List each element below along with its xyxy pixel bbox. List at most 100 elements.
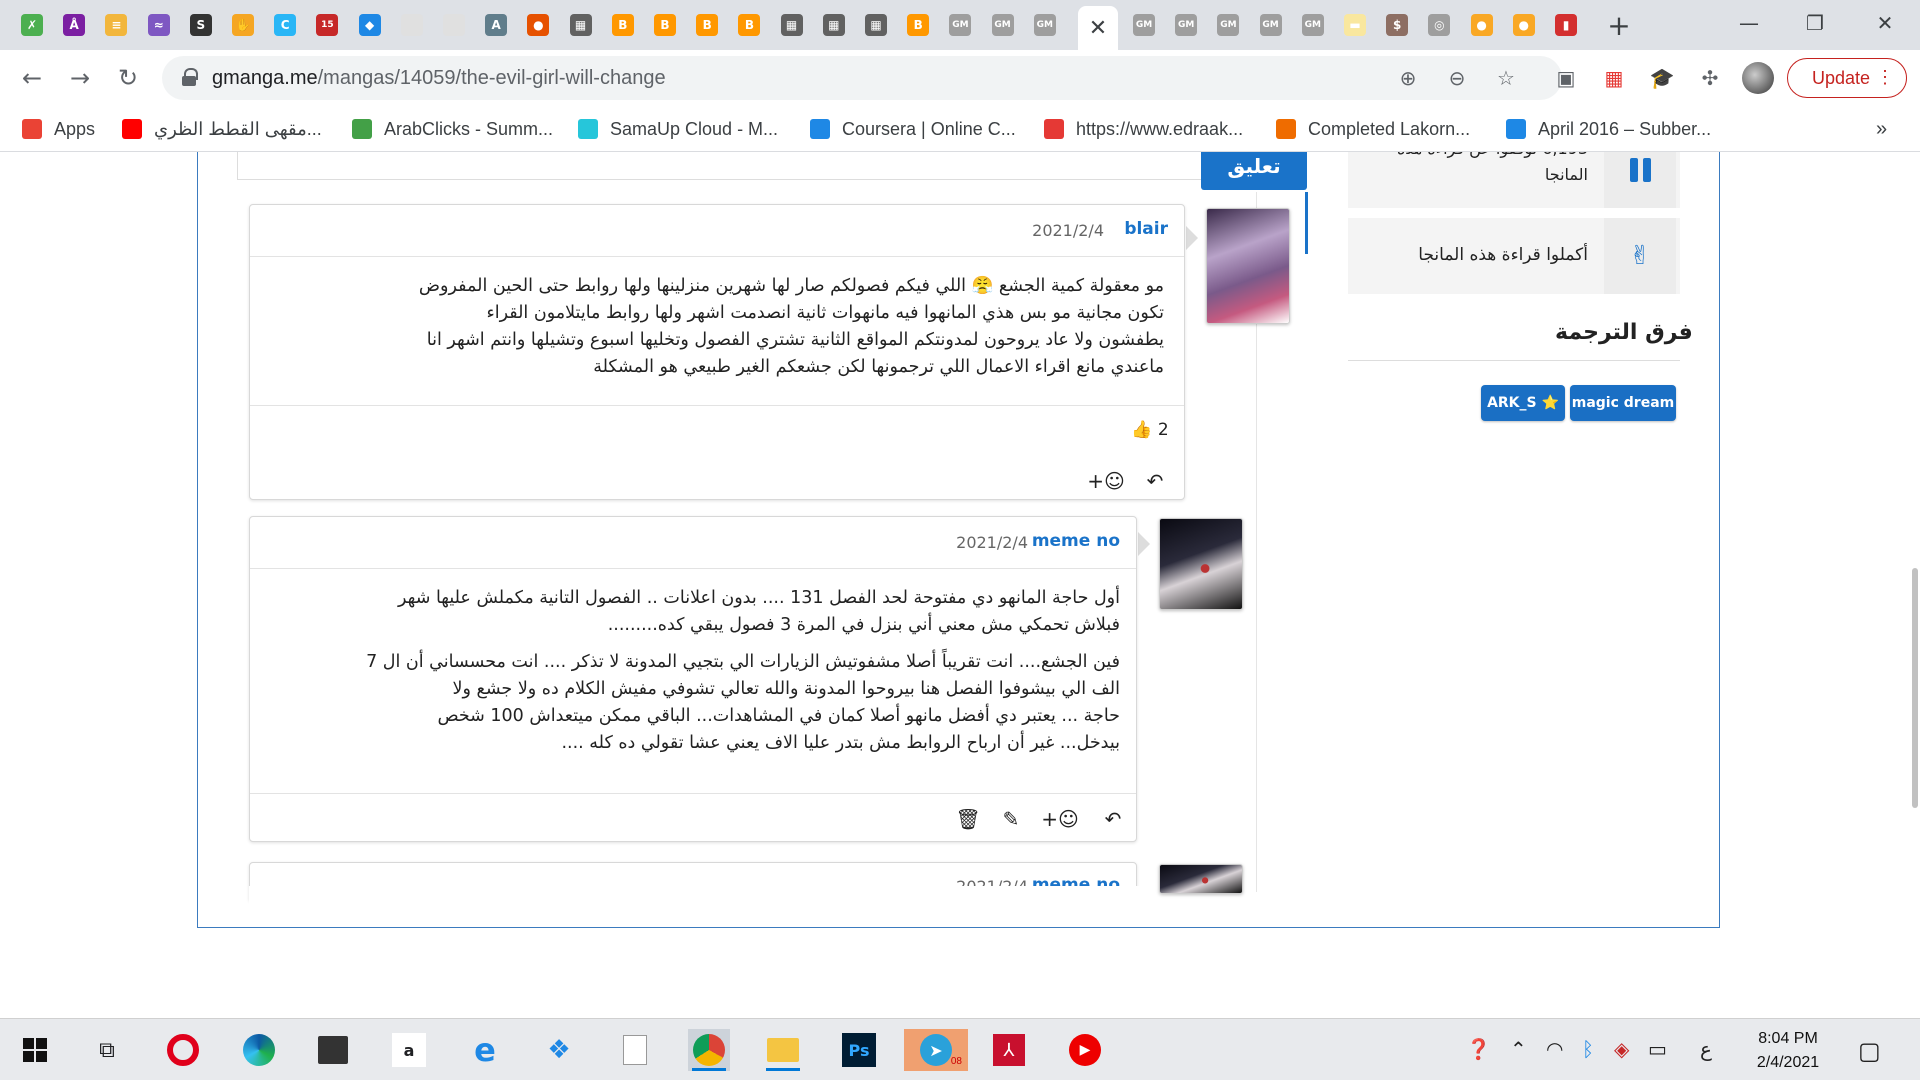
browser-tab[interactable]: B <box>605 8 641 42</box>
help-icon[interactable]: ❓ <box>1466 1037 1491 1061</box>
back-icon[interactable]: ← <box>16 62 48 94</box>
bookmark-item[interactable]: Apps <box>22 116 95 142</box>
profile-avatar[interactable] <box>1742 62 1774 94</box>
browser-tab[interactable]: ▦ <box>858 8 894 42</box>
taskbar-clock[interactable]: 8:04 PM 2/4/2021 <box>1748 1027 1828 1075</box>
bookmark-item[interactable]: Coursera | Online C... <box>810 116 1016 142</box>
browser-tab[interactable]: Å <box>56 8 92 42</box>
bookmark-star-icon[interactable]: ☆ <box>1494 66 1518 90</box>
browser-tab[interactable]: ▬ <box>1337 8 1373 42</box>
bookmark-item[interactable]: ArabClicks - Summ... <box>352 116 553 142</box>
add-reaction-button[interactable]: +☺ <box>1040 805 1080 833</box>
browser-tab[interactable]: GM <box>1126 8 1162 42</box>
bluetooth-icon[interactable]: ᛒ <box>1582 1037 1594 1061</box>
browser-tab[interactable]: B <box>689 8 725 42</box>
screenshot-extension-icon[interactable]: ▣ <box>1552 64 1580 92</box>
browser-tab[interactable]: ● <box>1506 8 1542 42</box>
mcafee-icon[interactable]: ◈ <box>1614 1037 1629 1061</box>
like-button[interactable]: 👍 2 <box>1128 417 1172 443</box>
browser-tab[interactable]: 15 <box>309 8 345 42</box>
close-tab-icon[interactable]: ✕ <box>1089 16 1107 41</box>
active-tab[interactable]: ✕ <box>1078 6 1118 50</box>
browser-tab[interactable]: B <box>900 8 936 42</box>
browser-tab[interactable]: ▦ <box>816 8 852 42</box>
browser-tab[interactable]: ▦ <box>563 8 599 42</box>
add-icon[interactable]: ⊕ <box>1396 66 1420 90</box>
address-bar[interactable]: gmanga.me/mangas/14059/the-evil-girl-wil… <box>162 56 1562 100</box>
add-reaction-button[interactable]: +☺ <box>1086 467 1126 495</box>
blank-file-icon[interactable] <box>614 1029 656 1071</box>
delete-icon[interactable]: 🗑 <box>955 805 980 833</box>
bookmark-item[interactable]: April 2016 – Subber... <box>1506 116 1711 142</box>
internet-explorer-icon[interactable]: e <box>464 1029 506 1071</box>
edge-icon[interactable] <box>238 1029 280 1071</box>
store-icon[interactable] <box>312 1029 354 1071</box>
browser-tab[interactable]: $ <box>1379 8 1415 42</box>
browser-tab[interactable]: GM <box>985 8 1021 42</box>
zoom-icon[interactable]: ⊖ <box>1445 66 1469 90</box>
reload-icon[interactable]: ↻ <box>112 62 144 94</box>
browser-tab[interactable]: ▮ <box>1548 8 1584 42</box>
browser-tab[interactable]: C <box>267 8 303 42</box>
windows-start-icon[interactable] <box>14 1029 56 1071</box>
acrobat-icon[interactable]: ⅄ <box>988 1029 1030 1071</box>
browser-tab[interactable]: ◎ <box>1421 8 1457 42</box>
wifi-icon[interactable]: ◠ <box>1546 1037 1563 1061</box>
browser-tab[interactable]: GM <box>1210 8 1246 42</box>
browser-tab[interactable]: GM <box>1253 8 1289 42</box>
menu-dots-icon[interactable]: ⋮ <box>1876 67 1894 88</box>
reply-icon[interactable]: ↶ <box>1140 467 1170 495</box>
minimize-icon[interactable]: — <box>1724 8 1774 38</box>
new-tab-button[interactable]: + <box>1604 9 1634 42</box>
amazon-icon[interactable]: a <box>388 1029 430 1071</box>
edit-icon[interactable]: ✎ <box>998 805 1024 833</box>
avatar[interactable] <box>1159 518 1243 610</box>
photoshop-icon[interactable]: Ps <box>838 1029 880 1071</box>
browser-tab[interactable]: ● <box>520 8 556 42</box>
bookmark-item[interactable]: https://www.edraak... <box>1044 116 1243 142</box>
browser-tab[interactable] <box>394 8 430 42</box>
extensions-puzzle-icon[interactable]: ✣ <box>1696 64 1724 92</box>
browser-tab[interactable]: ● <box>1464 8 1500 42</box>
browser-tab[interactable]: ◆ <box>352 8 388 42</box>
reply-icon[interactable]: ↶ <box>1098 805 1128 833</box>
browser-tab[interactable]: ≈ <box>141 8 177 42</box>
telegram-icon[interactable]: ➤ 08 <box>904 1029 968 1071</box>
browser-tab[interactable]: ▦ <box>774 8 810 42</box>
bookmark-item[interactable]: SamaUp Cloud - M... <box>578 116 778 142</box>
url-text[interactable]: gmanga.me/mangas/14059/the-evil-girl-wil… <box>212 67 666 90</box>
restore-icon[interactable]: ❐ <box>1790 8 1840 38</box>
chevron-up-icon[interactable]: ⌃ <box>1510 1037 1527 1061</box>
team-badge-magic-dream[interactable]: magic dream <box>1570 385 1676 421</box>
file-explorer-icon[interactable] <box>762 1029 804 1071</box>
comment-submit-button[interactable]: تعليق <box>1201 152 1307 190</box>
more-bookmarks-icon[interactable]: » <box>1876 116 1887 142</box>
browser-tab[interactable]: GM <box>1295 8 1331 42</box>
close-window-icon[interactable]: ✕ <box>1860 8 1910 38</box>
browser-tab[interactable]: S <box>183 8 219 42</box>
battery-icon[interactable]: ▭ <box>1648 1037 1667 1061</box>
bookmark-item[interactable]: مقهى القطط الظري... <box>122 116 322 142</box>
bookmark-item[interactable]: Completed Lakorn... <box>1276 116 1470 142</box>
comment-author[interactable]: meme no <box>1032 531 1120 551</box>
red-extension-icon[interactable]: ▦ <box>1600 64 1628 92</box>
browser-tab[interactable]: GM <box>1168 8 1204 42</box>
chrome-icon[interactable] <box>688 1029 730 1071</box>
browser-tab[interactable]: GM <box>942 8 978 42</box>
comment-author[interactable]: blair <box>1124 219 1168 239</box>
avatar[interactable] <box>1159 864 1243 894</box>
browser-tab[interactable]: A <box>478 8 514 42</box>
browser-tab[interactable]: ≡ <box>98 8 134 42</box>
browser-tab[interactable]: GM <box>1027 8 1063 42</box>
browser-tab[interactable] <box>436 8 472 42</box>
dropbox-icon[interactable]: ❖ <box>538 1029 580 1071</box>
notification-icon[interactable]: ▢ <box>1858 1037 1881 1065</box>
browser-tab[interactable]: ✋ <box>225 8 261 42</box>
media-player-icon[interactable]: ▶ <box>1064 1029 1106 1071</box>
browser-tab[interactable]: B <box>647 8 683 42</box>
update-button[interactable]: Update ⋮ <box>1787 58 1907 98</box>
opera-icon[interactable] <box>162 1029 204 1071</box>
forward-icon[interactable]: → <box>64 62 96 94</box>
team-badge-ark-s[interactable]: ARK_S ⭐ <box>1481 385 1565 421</box>
language-indicator[interactable]: ع <box>1700 1037 1712 1061</box>
